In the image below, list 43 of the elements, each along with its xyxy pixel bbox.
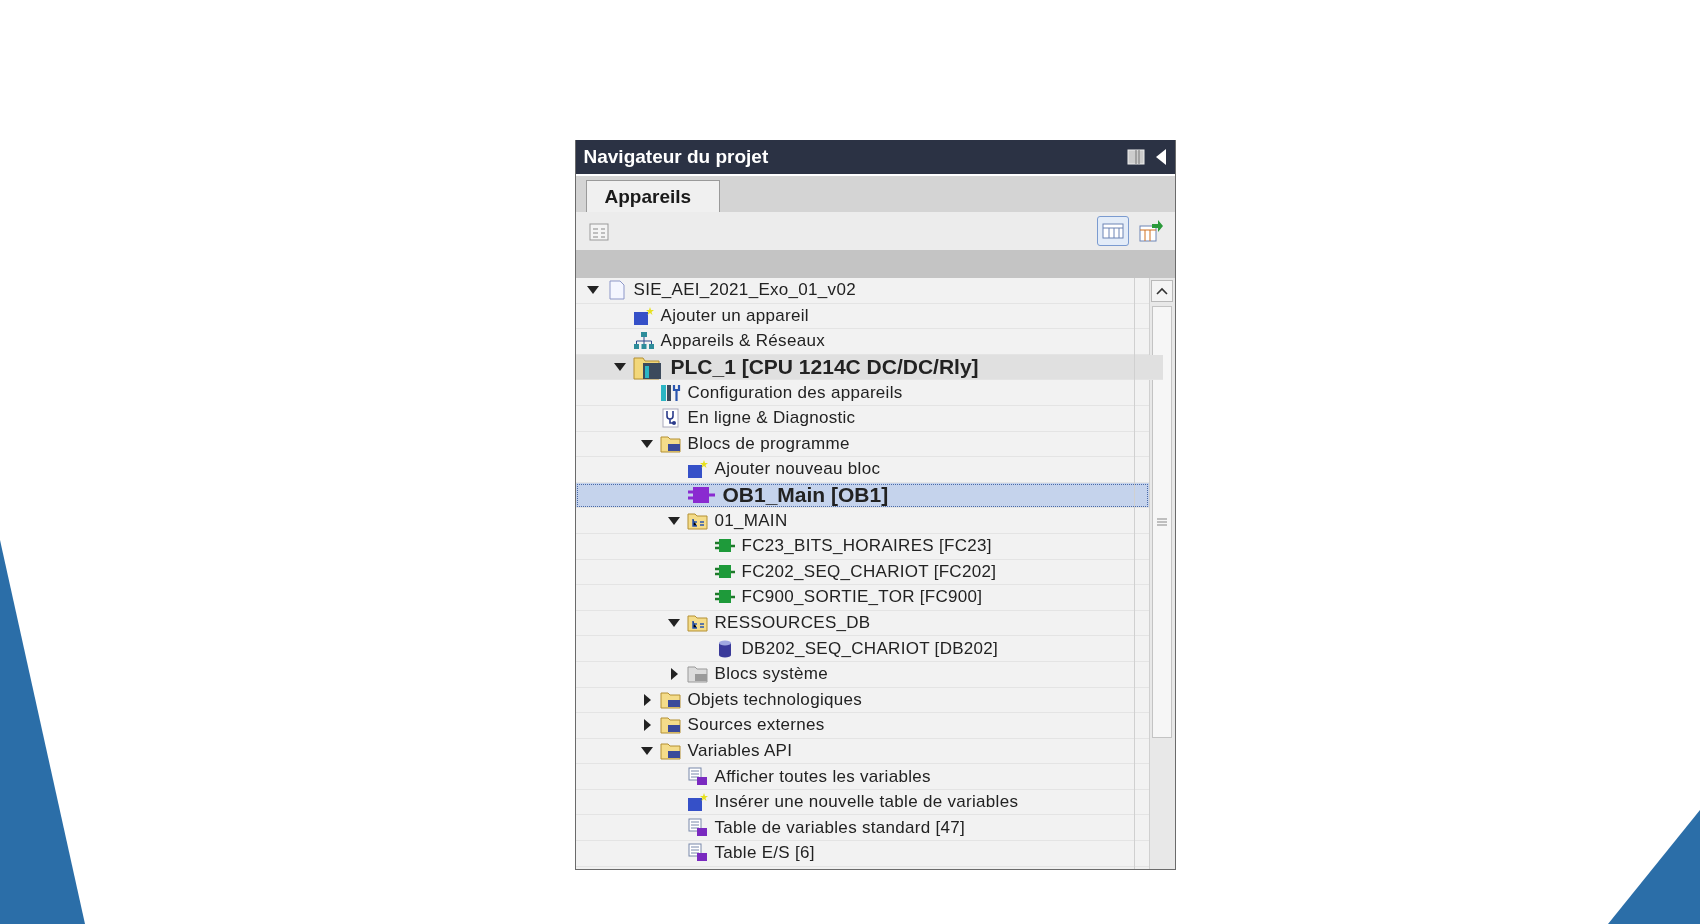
add-star-icon — [686, 459, 709, 480]
grip-icon — [1157, 518, 1167, 526]
network-icon — [632, 331, 655, 352]
tree-item[interactable]: Table E/S [6] — [575, 841, 1149, 867]
split-view-icon[interactable] — [1126, 149, 1145, 165]
expanded-arrow-icon[interactable] — [639, 745, 654, 757]
tree-item[interactable]: Appareils & Réseaux — [575, 329, 1149, 355]
expanded-arrow-icon[interactable] — [639, 437, 654, 450]
add-star-icon — [686, 792, 709, 813]
tree-item[interactable]: Ajouter nouveau bloc — [575, 457, 1149, 483]
device-tool-icon — [659, 382, 682, 403]
collapse-arrow-icon[interactable] — [1154, 148, 1167, 166]
scroll-up-button[interactable] — [1151, 280, 1173, 302]
table-icon — [686, 817, 709, 838]
list-view-button[interactable] — [1096, 216, 1129, 246]
export-table-icon — [1137, 219, 1164, 243]
stethoscope-icon — [659, 408, 682, 429]
table-icon — [686, 843, 709, 864]
tree-item[interactable]: Afficher toutes les variables — [575, 764, 1149, 790]
add-star-icon — [632, 305, 655, 326]
folder-icon — [686, 510, 709, 531]
scrollbar[interactable] — [1148, 278, 1175, 869]
folder-icon — [686, 664, 709, 685]
block-icon — [686, 485, 717, 506]
table-icon — [686, 766, 709, 787]
table-view-icon — [1100, 221, 1125, 241]
folder-icon — [659, 715, 682, 736]
caret-up-icon — [1156, 287, 1168, 295]
expanded-arrow-icon[interactable] — [666, 617, 681, 629]
tree-item[interactable]: Table de variables standard [47] — [575, 815, 1149, 842]
folder-icon — [659, 433, 682, 454]
folder-icon — [659, 741, 682, 761]
panel-title: Navigateur du projet — [583, 146, 770, 168]
tree-item[interactable]: OB1_Main [OB1] — [575, 482, 1149, 509]
tree-view-icon — [587, 220, 612, 242]
tab[interactable]: Appareils — [585, 180, 721, 212]
folder-icon — [659, 689, 682, 710]
scroll-thumb[interactable] — [1152, 306, 1172, 738]
tree-item[interactable]: SIE_AEI_2021_Exo_01_v02 — [575, 278, 1149, 304]
folder-icon — [686, 613, 709, 633]
tree-item[interactable]: En ligne & Diagnostic — [575, 405, 1149, 432]
tree-item[interactable]: PLC_1 [CPU 1214C DC/DC/Rly] — [575, 354, 1163, 381]
expanded-arrow-icon[interactable] — [666, 514, 681, 527]
